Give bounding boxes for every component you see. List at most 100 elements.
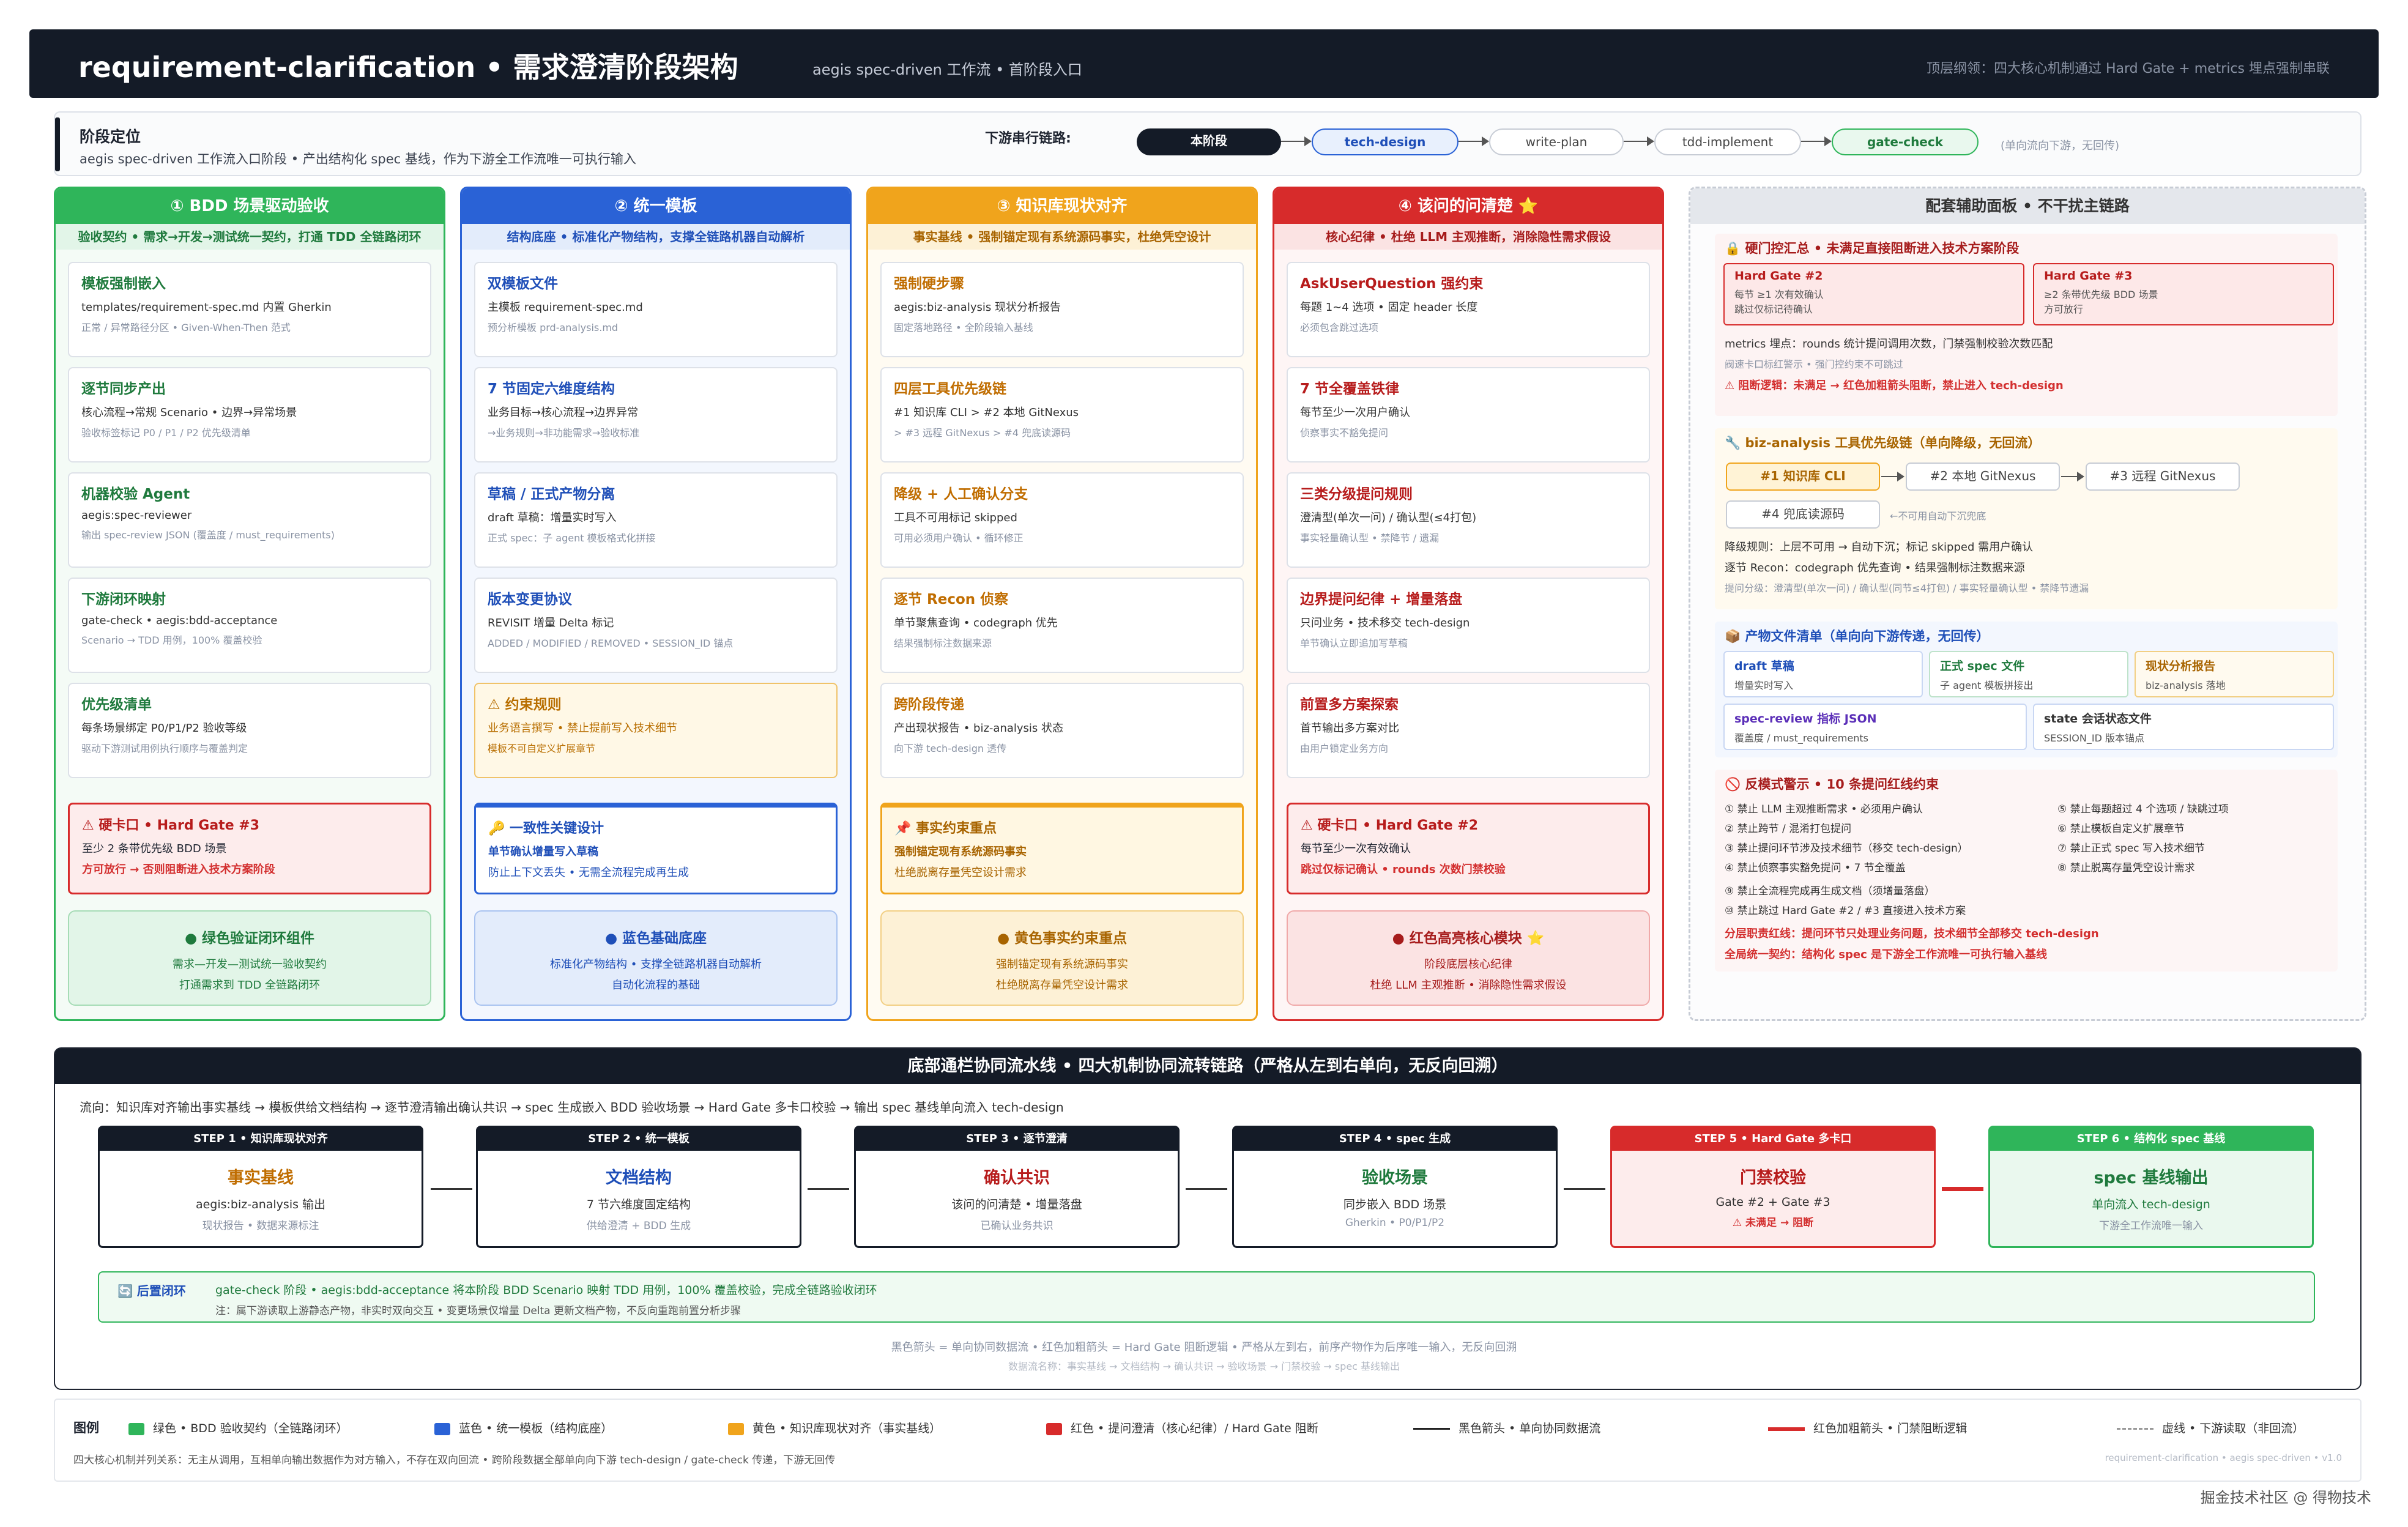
column-subtitle: 事实基线 • 强制锚定现有系统源码事实，杜绝凭空设计 (868, 224, 1256, 250)
mechanism-card: 草稿 / 正式产物分离 draft 草稿：增量实时写入 正式 spec：子 agen… (474, 472, 838, 568)
version-tag: requirement-clarification • aegis spec-d… (2105, 1452, 2342, 1463)
constraint-card: ⚠ 约束规则 业务语言撰写 • 禁止提前写入技术细节 模板不可自定义扩展章节 (474, 683, 838, 778)
step-2: STEP 2 • 统一模板 文档结构 7 节六维度固定结构 供给澄清 + BDD 生成 (476, 1126, 801, 1248)
global-contract: 全局统一契约：结构化 spec 是下游全工作流唯一可执行输入基线 (1725, 948, 2048, 961)
tool-2: #2 本地 GitNexus (1906, 463, 2060, 491)
block-logic: ⚠ 阻断逻辑：未满足 → 红色加粗箭头阻断，禁止进入 tech-design (1725, 379, 2064, 392)
column-subtitle: 验收契约 • 需求→开发→测试统一契约，打通 TDD 全链路闭环 (56, 224, 444, 250)
legend-black-arrow: 黑色箭头 • 单向协同数据流 (1413, 1419, 1600, 1436)
pipeline-foot-1: 黑色箭头 = 单向协同数据流 • 红色加粗箭头 = Hard Gate 阻断逻辑… (891, 1341, 1517, 1354)
artifact-panel: 📦 产物文件清单（单向向下游传递，无回传） draft 草稿 增量实时写入 正式 … (1715, 622, 2338, 757)
hard-gate-summary: 🔒 硬门控汇总 • 未满足直接阻断进入技术方案阶段 Hard Gate #2 每节… (1715, 234, 2338, 416)
column-bdd: ① BDD 场景驱动验收 验收契约 • 需求→开发→测试统一契约，打通 TDD … (54, 187, 445, 1021)
column-title: ③ 知识库现状对齐 (868, 188, 1256, 224)
mechanism-card: AskUserQuestion 强约束 每题 1~4 选项 • 固定 header… (1287, 262, 1650, 357)
chain-note: (单向流向下游，无回传) (2001, 139, 2120, 152)
mechanism-card: 优先级清单 每条场景绑定 P0/P1/P2 验收等级 驱动下游测试用例执行顺序与覆盖… (68, 683, 431, 778)
artifact-report: 现状分析报告 biz-analysis 落地 (2135, 651, 2334, 697)
step-arrow (1186, 1188, 1227, 1190)
chain-node-current: 本阶段 (1137, 128, 1281, 155)
legend: 图例 绿色 • BDD 验收契约（全链路闭环） 蓝色 • 统一模板（结构底座） … (54, 1399, 2362, 1482)
legend-yellow: 黄色 • 知识库现状对齐（事实基线） (728, 1419, 941, 1436)
metrics-sub: 阀速卡口标红警示 • 强门控约束不可跳过 (1725, 359, 1903, 370)
column-template: ② 统一模板 结构底座 • 标准化产物结构，支撑全链路机器自动解析 双模板文件主… (460, 187, 852, 1021)
hard-gate-card: ⚠ 硬卡口 • Hard Gate #3 至少 2 条带优先级 BDD 场景 方可放… (68, 803, 431, 894)
recon-rule: 逐节 Recon：codegraph 优先查询 • 结果强制标注数据来源 (1725, 562, 2025, 574)
chain-arrow (1459, 136, 1489, 146)
tool-1: #1 知识库 CLI (1726, 463, 1880, 491)
accent-bar (55, 117, 60, 171)
artifact-review-json: spec-review 指标 JSON 覆盖度 / must_requiremen… (1723, 704, 2027, 750)
column-clarify: ④ 该问的问清楚 ⭐ 核心纪律 • 杜绝 LLM 主观推断，消除隐性需求假设 A… (1273, 187, 1664, 1021)
post-closure-label: 🔄 后置闭环 (117, 1284, 186, 1298)
auxiliary-panel: 配套辅助面板 • 不干扰主链路 🔒 硬门控汇总 • 未满足直接阻断进入技术方案阶… (1689, 187, 2366, 1021)
summary-card: ● 蓝色基础底座 标准化产物结构 • 支撑全链路机器自动解析 自动化流程的基础 (474, 910, 838, 1006)
key-design-card: 🔑 一致性关键设计 单节确认增量写入草稿 防止上下文丢失 • 无需全流程完成再生成 (474, 803, 838, 894)
tool-priority-panel: 🔧 biz-analysis 工具优先级链（单向降级，无回流） #1 知识库 C… (1715, 428, 2338, 609)
chain-node-tdd-implement: tdd-implement (1654, 128, 1801, 155)
chain-arrow (1624, 136, 1654, 146)
mechanism-card: 跨阶段传递 产出现状报告 • biz-analysis 状态 向下游 tech-de… (880, 683, 1244, 778)
column-title: ② 统一模板 (462, 188, 850, 224)
hard-gate-card: ⚠ 硬卡口 • Hard Gate #2 每节至少一次有效确认 跳过仅标记确认 • … (1287, 803, 1650, 894)
anti-pattern-panel: 🚫 反模式警示 • 10 条提问红线约束 ① 禁止 LLM 主观推断需求 • 必… (1715, 770, 2338, 972)
watermark: 掘金技术社区 @ 得物技术 (2200, 1489, 2371, 1506)
post-closure-bar: 🔄 后置闭环 gate-check 阶段 • aegis:bdd-accepta… (98, 1271, 2315, 1323)
step-6: STEP 6 • 结构化 spec 基线 spec 基线输出 单向流入 tech-d… (1988, 1126, 2314, 1248)
red-line: ⑦ 禁止正式 spec 写入技术细节 (2057, 842, 2205, 855)
responsibility-line: 分层职责红线：提问环节只处理业务问题，技术细节全部移交 tech-design (1725, 927, 2099, 940)
artifact-draft: draft 草稿 增量实时写入 (1723, 651, 1923, 697)
step-1: STEP 1 • 知识库现状对齐 事实基线 aegis:biz-analysis 输… (98, 1126, 423, 1248)
red-line: ⑧ 禁止脱离存量凭空设计需求 (2057, 862, 2195, 874)
artifact-state: state 会话状态文件 SESSION_ID 版本锚点 (2033, 704, 2334, 750)
step-4: STEP 4 • spec 生成 验收场景 同步嵌入 BDD 场景 Gherkin •… (1232, 1126, 1558, 1248)
mechanism-card: 版本变更协议 REVISIT 增量 Delta 标记 ADDED / MODIFIE… (474, 578, 838, 673)
red-line: ① 禁止 LLM 主观推断需求 • 必须用户确认 (1725, 803, 1923, 816)
column-knowledge: ③ 知识库现状对齐 事实基线 • 强制锚定现有系统源码事实，杜绝凭空设计 强制硬… (866, 187, 1258, 1021)
mechanism-card: 7 节全覆盖铁律 每节至少一次用户确认 侦察事实不豁免提问 (1287, 367, 1650, 463)
red-line: ⑥ 禁止模板自定义扩展章节 (2057, 823, 2185, 835)
column-subtitle: 核心纪律 • 杜绝 LLM 主观推断，消除隐性需求假设 (1274, 224, 1662, 250)
mechanism-card: 三类分级提问规则 澄清型(单次一问) / 确认型(≤4打包) 事实轻量确认型 • 禁… (1287, 472, 1650, 568)
summary-card: ● 黄色事实约束重点 强制锚定现有系统源码事实 杜绝脱离存量凭空设计需求 (880, 910, 1244, 1006)
tool-arrow (2061, 472, 2084, 481)
chain-arrow (1281, 136, 1312, 146)
red-line: ④ 禁止侦察事实豁免提问 • 7 节全覆盖 (1725, 862, 1906, 874)
legend-red-arrow: 红色加粗箭头 • 门禁阻断逻辑 (1768, 1419, 1967, 1436)
legend-red: 红色 • 提问澄清（核心纪律）/ Hard Gate 阻断 (1046, 1419, 1318, 1436)
stage-position-panel: 阶段定位 aegis spec-driven 工作流入口阶段 • 产出结构化 s… (54, 111, 2362, 176)
red-line: ⑩ 禁止跳过 Hard Gate #2 / #3 直接进入技术方案 (1725, 905, 1966, 917)
top-principle: 顶层纲领：四大核心机制通过 Hard Gate + metrics 埋点强制串联 (1926, 61, 2330, 76)
metrics-note: metrics 埋点：rounds 统计提问调用次数，门禁强制校验次数匹配 (1725, 338, 2053, 351)
chain-node-tech-design: tech-design (1312, 128, 1459, 155)
gate-block-arrow (1942, 1187, 1983, 1191)
gate-3-box: Hard Gate #3 ≥2 条带优先级 BDD 场景 方可放行 (2033, 263, 2334, 325)
fact-constraint-card: 📌 事实约束重点 强制锚定现有系统源码事实 杜绝脱离存量凭空设计需求 (880, 803, 1244, 894)
artifact-spec: 正式 spec 文件子 agent 模板拼接出 (1929, 651, 2128, 697)
mechanism-card: 下游闭环映射 gate-check • aegis:bdd-acceptance S… (68, 578, 431, 673)
legend-foot: 四大核心机制并列关系：无主从调用，互相单向输出数据作为对方输入，不存在双向回流 … (73, 1454, 836, 1466)
step-arrow (1564, 1188, 1605, 1190)
mechanism-card: 四层工具优先级链 #1 知识库 CLI > #2 本地 GitNexus > #3 … (880, 367, 1244, 463)
red-line: ③ 禁止提问环节涉及技术细节（移交 tech-design） (1725, 842, 1968, 855)
legend-blue: 蓝色 • 统一模板（结构底座） (434, 1419, 612, 1436)
mechanism-card: 逐节同步产出 核心流程→常规 Scenario • 边界→异常场景 验收标签标记 P… (68, 367, 431, 463)
mechanism-card: 逐节 Recon 侦察 单节聚焦查询 • codegraph 优先 结果强制标注数据… (880, 578, 1244, 673)
tool-4: #4 兜底读源码 (1726, 500, 1880, 529)
column-title: ① BDD 场景驱动验收 (56, 188, 444, 224)
page-title: requirement-clarification • 需求澄清阶段架构 (78, 51, 738, 84)
mechanism-card: 机器校验 Agent aegis:spec-reviewer 输出 spec-rev… (68, 472, 431, 568)
gate-2-box: Hard Gate #2 每节 ≥1 次有效确认 跳过仅标记待确认 (1723, 263, 2024, 325)
chain-node-gate-check: gate-check (1832, 128, 1979, 155)
column-subtitle: 结构底座 • 标准化产物结构，支撑全链路机器自动解析 (462, 224, 850, 250)
red-line: ② 禁止跨节 / 混淆打包提问 (1725, 823, 1852, 835)
question-rule: 提问分级：澄清型(单次一问) / 确认型(同节≤4打包) / 事实轻量确认型 •… (1725, 582, 2089, 594)
red-line: ⑤ 禁止每题超过 4 个选项 / 缺跳过项 (2057, 803, 2229, 816)
mechanism-card: 降级 + 人工确认分支 工具不可用标记 skipped 可用必须用户确认 • 循环修… (880, 472, 1244, 568)
downgrade-rule: 降级规则：上层不可用 → 自动下沉；标记 skipped 需用户确认 (1725, 541, 2034, 554)
column-title: ④ 该问的问清楚 ⭐ (1274, 188, 1662, 224)
tool-4-note: ←不可用自动下沉兜底 (1890, 510, 1986, 522)
stage-heading: 阶段定位 (80, 128, 141, 146)
pipeline-flow: 流向：知识库对齐输出事实基线 → 模板供给文档结构 → 逐节澄清输出确认共识 →… (80, 1100, 1064, 1115)
chain-label: 下游串行链路: (985, 131, 1071, 146)
